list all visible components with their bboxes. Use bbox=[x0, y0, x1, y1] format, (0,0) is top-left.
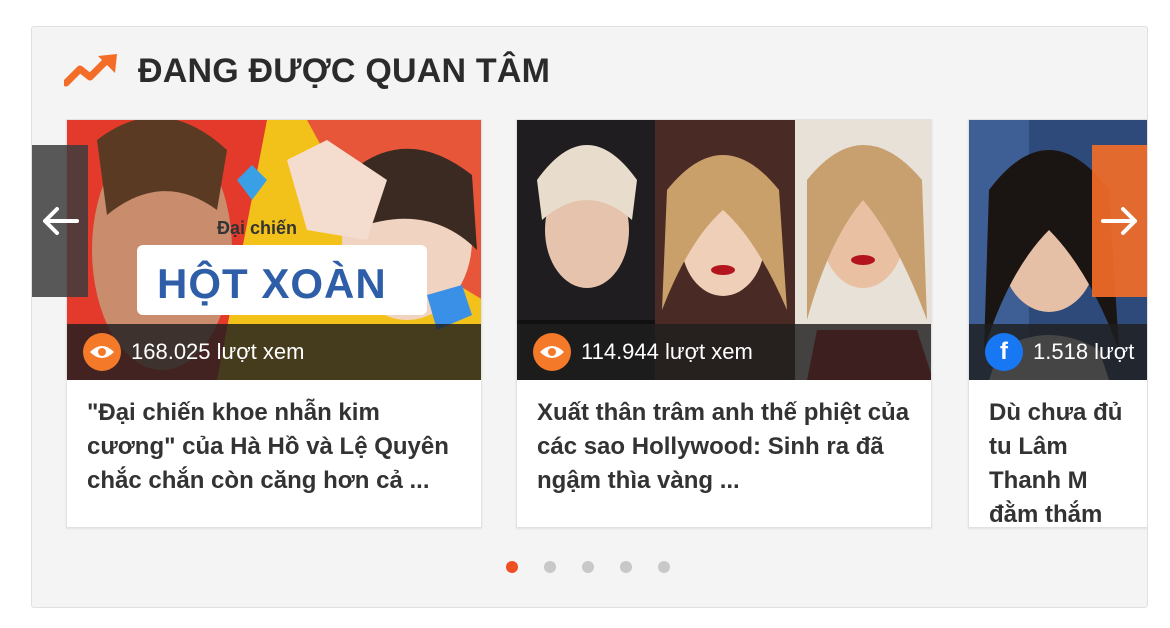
pagination-dot[interactable] bbox=[658, 561, 670, 573]
views-bar: 168.025 lượt xem bbox=[67, 324, 481, 380]
section-title: ĐANG ĐƯỢC QUAN TÂM bbox=[138, 51, 551, 90]
arrow-right-icon bbox=[1101, 207, 1137, 235]
trending-up-icon bbox=[64, 54, 117, 87]
eye-icon bbox=[533, 333, 571, 371]
carousel-viewport: Đại chiến HỘT XOÀN 168.025 lượt xem "Đại… bbox=[32, 119, 1147, 531]
pagination-dot[interactable] bbox=[620, 561, 632, 573]
arrow-left-icon bbox=[43, 207, 79, 235]
carousel-pagination bbox=[506, 561, 670, 573]
article-card[interactable]: 114.944 lượt xem Xuất thân trâm anh thế … bbox=[516, 119, 932, 528]
article-title[interactable]: Xuất thân trâm anh thế phiệt của các sao… bbox=[517, 380, 931, 498]
thumbnail-caption-small: Đại chiến bbox=[217, 218, 298, 238]
view-count: 168.025 lượt xem bbox=[131, 339, 305, 364]
thumbnail-caption-big: HỘT XOÀN bbox=[157, 260, 387, 307]
views-bar: 114.944 lượt xem bbox=[517, 324, 931, 380]
carousel-prev-button[interactable] bbox=[32, 145, 88, 297]
article-card[interactable]: Đại chiến HỘT XOÀN 168.025 lượt xem "Đại… bbox=[66, 119, 482, 528]
facebook-icon: f bbox=[985, 333, 1023, 371]
article-title[interactable]: Dù chưa đủ tu Lâm Thanh M đằm thắm trê bbox=[969, 380, 1147, 531]
pagination-dot[interactable] bbox=[582, 561, 594, 573]
article-title[interactable]: "Đại chiến khoe nhẫn kim cương" của Hà H… bbox=[67, 380, 481, 498]
article-thumbnail[interactable]: Đại chiến HỘT XOÀN 168.025 lượt xem bbox=[67, 120, 481, 380]
pagination-dot[interactable] bbox=[506, 561, 518, 573]
view-count: 1.518 lượt bbox=[1033, 339, 1135, 364]
eye-icon bbox=[83, 333, 121, 371]
trending-widget: ĐANG ĐƯỢC QUAN TÂM Đại chiến HỘT XOÀN 16… bbox=[31, 26, 1148, 608]
pagination-dot[interactable] bbox=[544, 561, 556, 573]
article-thumbnail[interactable]: 114.944 lượt xem bbox=[517, 120, 931, 380]
views-bar: f 1.518 lượt bbox=[969, 324, 1147, 380]
view-count: 114.944 lượt xem bbox=[581, 339, 753, 364]
carousel-next-button[interactable] bbox=[1092, 145, 1147, 297]
section-header: ĐANG ĐƯỢC QUAN TÂM bbox=[64, 49, 550, 93]
